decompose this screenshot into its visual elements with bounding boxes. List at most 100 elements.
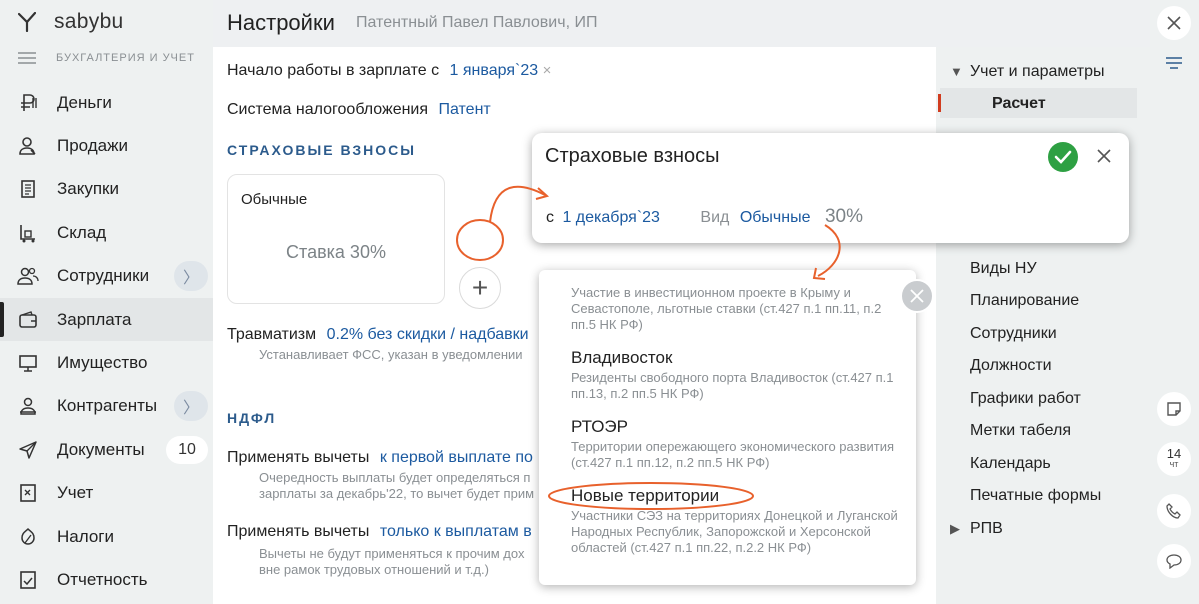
selection-marker [938, 94, 941, 112]
chat-button[interactable] [1157, 544, 1191, 578]
sidebar-item-property[interactable]: Имущество [0, 341, 213, 384]
option-description: Участники СЭЗ на территориях Донецкой и … [571, 508, 898, 555]
hint-line: зарплаты за декабрь'22, то вычет будет п… [259, 486, 535, 501]
dropdown-option-crimea[interactable]: Участие в инвестиционном проекте в Крыму… [571, 283, 901, 333]
ruble-icon [17, 92, 39, 114]
insurance-card-regular[interactable]: Обычные Ставка 30% [227, 174, 445, 304]
kind-select-link[interactable]: Обычные [740, 209, 811, 226]
phone-icon [1166, 503, 1181, 519]
expand-chevron-icon[interactable]: 〉 [174, 391, 208, 422]
close-icon [1167, 16, 1181, 30]
wallet-icon [17, 309, 39, 331]
settings-nav-rpv[interactable]: РПВ [970, 520, 1003, 538]
expand-chevron-icon[interactable]: 〉 [174, 261, 208, 292]
kind-label: Вид [700, 209, 730, 226]
settings-nav-item[interactable]: Планирование [970, 292, 1079, 310]
settings-nav: ▼ Учет и параметры Расчет Виды НУ Планир… [936, 47, 1150, 604]
sidebar-nav: Деньги Продажи Закупки Склад Сотрудники … [0, 81, 213, 602]
option-description: Участие в инвестиционном проекте в Крыму… [571, 285, 882, 332]
popup-close-button[interactable] [1094, 146, 1114, 166]
deductions-only-link[interactable]: только к выплатам в [380, 523, 532, 540]
sidebar-item-employees[interactable]: Сотрудники 〉 [0, 255, 213, 298]
calendar-button[interactable]: 14 чт [1157, 442, 1191, 476]
sidebar-item-counterparties[interactable]: Контрагенты 〉 [0, 385, 213, 428]
settings-nav-item[interactable]: Должности [970, 357, 1052, 375]
phone-button[interactable] [1157, 494, 1191, 528]
tax-system-link[interactable]: Патент [438, 101, 490, 118]
from-date-link[interactable]: 1 декабря`23 [562, 209, 660, 226]
sidebar: sabybu БУХГАЛТЕРИЯ И УЧЕТ Деньги Продажи… [0, 0, 213, 604]
settings-nav-item[interactable]: Виды НУ [970, 260, 1037, 278]
organization-name[interactable]: Патентный Павел Павлович, ИП [356, 14, 597, 32]
sidebar-item-reports[interactable]: Отчетность [0, 558, 213, 601]
option-name: Новые территории [571, 486, 720, 505]
settings-nav-item[interactable]: Графики работ [970, 390, 1081, 408]
close-icon [910, 289, 924, 303]
sidebar-item-documents[interactable]: Документы 10 [0, 428, 213, 471]
sidebar-item-label: Учет [57, 483, 94, 503]
injury-label: Травматизм [227, 326, 317, 343]
confirm-button[interactable] [1048, 142, 1078, 172]
insurance-section-title: СТРАХОВЫЕ ВЗНОСЫ [227, 142, 416, 158]
sidebar-item-purchases[interactable]: Закупки [0, 168, 213, 211]
option-name: Владивосток [571, 348, 673, 367]
expand-arrow-icon[interactable]: ▶ [950, 521, 960, 537]
sabybu-logo-icon [18, 12, 36, 32]
deductions-first-link[interactable]: к первой выплате по [380, 449, 533, 466]
chat-icon [1166, 554, 1182, 569]
sidebar-item-money[interactable]: Деньги [0, 81, 213, 124]
sidebar-item-label: Зарплата [57, 309, 132, 329]
partners-icon [17, 395, 39, 417]
settings-nav-item[interactable]: Печатные формы [970, 487, 1101, 505]
notes-button[interactable] [1157, 392, 1191, 426]
deductions-only-hint: Вычеты не будут применяться к прочим дох… [259, 546, 524, 578]
popup-title: Страховые взносы [545, 145, 720, 167]
sidebar-item-label: Отчетность [57, 569, 148, 589]
sidebar-item-salary[interactable]: Зарплата [0, 297, 213, 342]
clear-date-icon[interactable]: × [543, 62, 552, 79]
salary-start-row: Начало работы в зарплате с 1 января`23 × [227, 62, 551, 80]
sidebar-item-label: Имущество [57, 353, 148, 373]
logo[interactable]: sabybu [18, 10, 124, 34]
settings-nav-item[interactable]: Метки табеля [970, 422, 1071, 440]
sidebar-item-warehouse[interactable]: Склад [0, 211, 213, 254]
close-icon [1097, 149, 1111, 163]
dropdown-option-new-territories[interactable]: Новые территории Участники СЭЗ на террит… [571, 486, 901, 556]
dropdown-option-rtoer[interactable]: РТОЭР Территории опережающего экономичес… [571, 417, 901, 471]
deductions-only-row: Применять вычеты только к выплатам в [227, 523, 532, 541]
salary-start-date-link[interactable]: 1 января`23 [450, 62, 539, 79]
sidebar-item-taxes[interactable]: Налоги [0, 515, 213, 558]
add-insurance-button[interactable]: + [459, 267, 501, 309]
page-title: Настройки [227, 10, 335, 35]
hint-line: вне рамок трудовых отношений и т.д.) [259, 562, 489, 577]
option-description: Территории опережающего экономического р… [571, 439, 895, 470]
sidebar-item-sales[interactable]: Продажи [0, 124, 213, 167]
popup-params-row: с 1 декабря`23 Вид Обычные 30% [546, 206, 863, 228]
close-page-button[interactable] [1157, 6, 1191, 40]
sidebar-item-label: Налоги [57, 526, 114, 546]
injury-rate-link[interactable]: 0.2% без скидки / надбавки [327, 326, 529, 343]
options-button[interactable] [1157, 47, 1191, 81]
settings-nav-item[interactable]: Календарь [970, 455, 1051, 473]
collapse-arrow-icon[interactable]: ▼ [950, 64, 963, 79]
deductions-first-row: Применять вычеты к первой выплате по [227, 449, 533, 467]
settings-nav-accounting-params[interactable]: Учет и параметры [970, 63, 1104, 81]
dropdown-option-vladivostok[interactable]: Владивосток Резиденты свободного порта В… [571, 348, 901, 402]
dropdown-close-button[interactable] [900, 279, 934, 313]
brand-name: sabybu [54, 10, 124, 33]
option-description: Резиденты свободного порта Владивосток (… [571, 370, 894, 401]
sales-icon [17, 135, 39, 157]
hamburger-icon[interactable] [18, 52, 36, 64]
sidebar-item-label: Продажи [57, 136, 128, 156]
settings-nav-item[interactable]: Сотрудники [970, 325, 1057, 343]
settings-nav-calculation[interactable]: Расчет [992, 95, 1046, 113]
sidebar-item-accounting[interactable]: Учет [0, 472, 213, 515]
warehouse-icon [17, 222, 39, 244]
right-toolbar: 14 чт [1150, 0, 1199, 604]
people-icon [17, 265, 39, 287]
from-label: с [546, 209, 554, 226]
sidebar-item-label: Документы [57, 439, 145, 459]
tax-system-label: Система налогообложения [227, 101, 429, 118]
ndfl-section-title: НДФЛ [227, 410, 277, 426]
sidebar-item-label: Сотрудники [57, 266, 150, 286]
